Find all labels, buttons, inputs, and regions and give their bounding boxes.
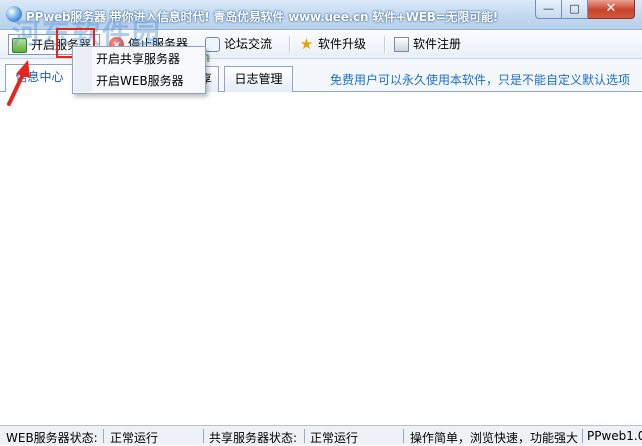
arrow-shaft — [7, 70, 26, 106]
red-arrow-annotation — [7, 60, 30, 106]
arrow-head — [16, 60, 30, 78]
